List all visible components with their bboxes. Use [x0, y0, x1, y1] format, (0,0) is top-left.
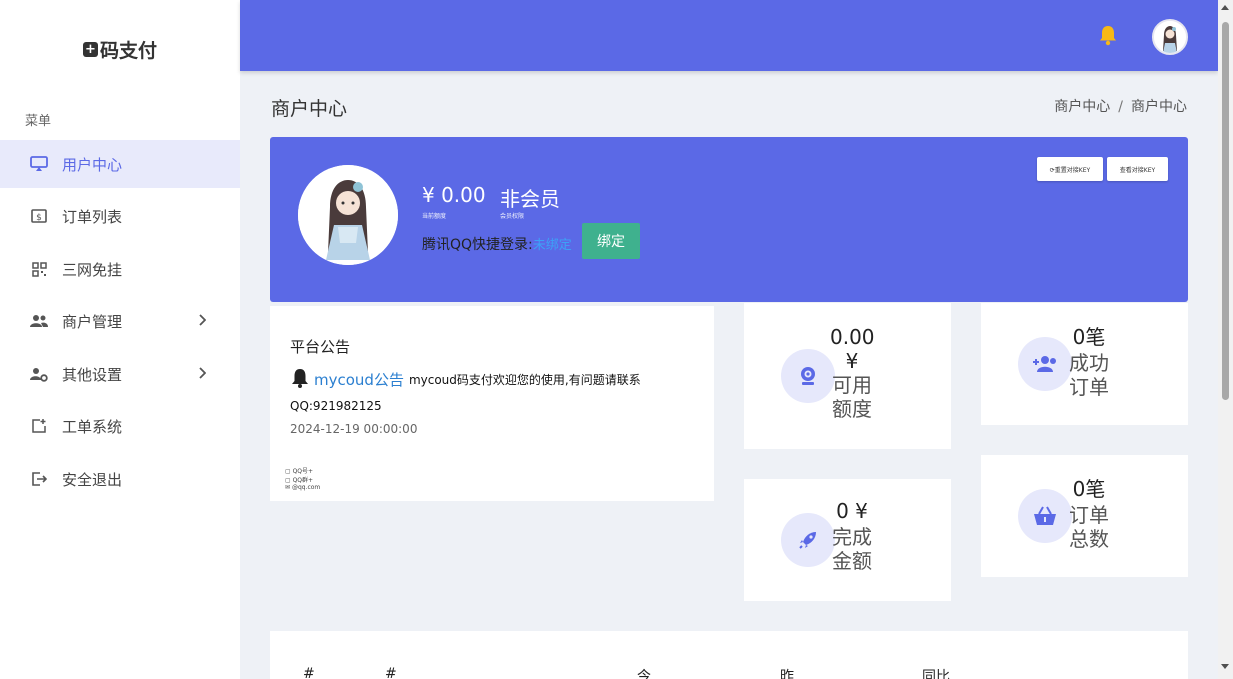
webcam-icon: [781, 349, 835, 403]
stat-available: 0.00 ¥ 可用额度: [744, 303, 951, 449]
sidebar-item-three-network[interactable]: 三网免挂: [0, 245, 240, 293]
users-plus-icon: [1018, 337, 1072, 391]
sidebar-item-label: 商户管理: [62, 312, 123, 331]
stat-completed-text: 0 ¥ 完成金额: [830, 499, 874, 573]
top-bar: [240, 0, 1218, 71]
contact-email-label: @qq.com: [291, 484, 321, 491]
notice-message: mycoud码支付欢迎您的使用,有问题请联系: [408, 373, 641, 387]
balance-value: ¥ 0.00: [422, 183, 486, 207]
view-key-button[interactable]: 查看对接KEY: [1107, 157, 1168, 181]
table-header: 同比: [922, 669, 950, 679]
logo-text: 码支付: [99, 40, 157, 62]
chevron-right-icon: [194, 312, 210, 328]
stat-success-orders: 0笔 成功订单: [981, 303, 1188, 425]
notice-qq: QQ:921982125: [290, 399, 382, 413]
sidebar-item-orders[interactable]: $ 订单列表: [0, 192, 240, 240]
page-title: 商户中心: [271, 98, 348, 120]
ticket-add-icon: [29, 416, 49, 436]
sidebar-item-label: 订单列表: [62, 207, 123, 226]
stat-total-label: 订单总数: [1069, 503, 1109, 551]
notice-title: 平台公告: [290, 338, 351, 356]
bell-icon[interactable]: [1097, 24, 1119, 46]
basket-icon: [1018, 489, 1072, 543]
bell-icon: [290, 368, 310, 391]
sidebar-item-merchant[interactable]: 商户管理: [0, 297, 240, 345]
sidebar-item-settings[interactable]: 其他设置: [0, 350, 240, 398]
sidebar-item-logout[interactable]: 安全退出: [0, 455, 240, 503]
bind-button[interactable]: 绑定: [582, 223, 640, 259]
balance-label: 当前额度: [422, 213, 447, 220]
rocket-icon: [781, 513, 835, 567]
logout-icon: [29, 469, 49, 489]
sidebar-item-tickets[interactable]: 工单系统: [0, 402, 240, 450]
scroll-up-arrow-icon[interactable]: [1221, 5, 1229, 10]
notice-card: 平台公告 mycoud公告 mycoud码支付欢迎您的使用,有问题请联系 QQ:…: [270, 306, 714, 466]
contact-email: ✉ @qq.com: [285, 484, 320, 491]
stat-completed-amount: 0 ¥ 完成金额: [744, 479, 951, 601]
chevron-right-icon: [194, 365, 210, 381]
square-icon: ▢: [285, 468, 293, 475]
stats-table-card: # # 今 昨 同比: [270, 631, 1188, 679]
table-header: 昨: [780, 669, 794, 679]
stat-total-value: 0笔: [1072, 477, 1106, 501]
qq-status[interactable]: 未绑定: [533, 238, 572, 253]
breadcrumb: 商户中心 / 商户中心: [1054, 96, 1187, 116]
menu-title: 菜单: [25, 114, 52, 129]
member-status: 非会员: [500, 187, 560, 211]
stat-success-label: 成功订单: [1069, 351, 1109, 399]
profile-card: ¥ 0.00 当前额度 非会员 会员权限 腾讯QQ快捷登录:未绑定 绑定 ⟳重置…: [270, 137, 1188, 302]
contact-qq-label: QQ号+: [292, 468, 314, 475]
sidebar: + 码支付 菜单 用户中心 $ 订单列表 三网免挂 商户管理 其他设置 工单系统…: [0, 0, 240, 679]
sidebar-item-label: 三网免挂: [62, 260, 123, 279]
sidebar-item-label: 用户中心: [62, 155, 123, 174]
stat-available-value: 0.00: [830, 325, 875, 349]
member-label: 会员权限: [500, 213, 525, 220]
qq-login-label: 腾讯QQ快捷登录:: [422, 237, 533, 253]
contact-card: ▢ QQ号+ ▢ QQ群+ ✉ @qq.com: [270, 466, 714, 501]
notice-date: 2024-12-19 00:00:00: [290, 422, 418, 436]
notice-line: mycoud公告 mycoud码支付欢迎您的使用,有问题请联系: [290, 368, 641, 391]
sidebar-item-label: 安全退出: [62, 470, 123, 489]
stat-success-value: 0笔: [1072, 325, 1106, 349]
monitor-icon: [29, 154, 49, 174]
mail-icon: ✉: [285, 484, 292, 491]
user-gear-icon: [29, 364, 49, 384]
breadcrumb-separator: /: [1118, 99, 1123, 115]
scroll-thumb[interactable]: [1222, 22, 1229, 400]
avatar[interactable]: [1152, 19, 1188, 55]
qq-login-row: 腾讯QQ快捷登录:未绑定: [422, 234, 572, 254]
logo[interactable]: + 码支付: [0, 36, 240, 63]
square-icon: ▢: [285, 477, 293, 484]
dollar-card-icon: $: [29, 206, 49, 226]
svg-text:$: $: [36, 213, 42, 223]
stat-available-unit: ¥: [845, 349, 859, 373]
stat-available-label: 可用额度: [832, 373, 872, 421]
sidebar-item-user-center[interactable]: 用户中心: [0, 140, 240, 188]
contact-qq: ▢ QQ号+: [285, 466, 313, 475]
stat-total-orders: 0笔 订单总数: [981, 455, 1188, 577]
contact-qq-group-label: QQ群+: [292, 477, 314, 484]
profile-avatar: [298, 165, 398, 265]
breadcrumb-item: 商户中心: [1131, 99, 1187, 115]
stat-completed-value: 0 ¥: [836, 499, 868, 523]
plus-box-icon: +: [82, 42, 98, 57]
table-header: #: [303, 666, 315, 679]
table-header: 今: [637, 669, 651, 679]
scroll-down-arrow-icon[interactable]: [1221, 664, 1229, 669]
sidebar-item-label: 工单系统: [62, 417, 123, 436]
users-icon: [29, 311, 49, 331]
stat-available-text: 0.00 ¥ 可用额度: [830, 325, 875, 421]
table-header: #: [385, 666, 397, 679]
sidebar-item-label: 其他设置: [62, 365, 123, 384]
reset-key-button[interactable]: ⟳重置对接KEY: [1037, 157, 1103, 181]
stat-completed-label: 完成金额: [832, 525, 872, 573]
contact-qq-group: ▢ QQ群+: [285, 475, 313, 484]
breadcrumb-item[interactable]: 商户中心: [1054, 99, 1110, 115]
scrollbar[interactable]: [1218, 0, 1233, 679]
stat-success-text: 0笔 成功订单: [1067, 325, 1111, 399]
qrcode-icon: [29, 259, 49, 279]
stat-total-text: 0笔 订单总数: [1067, 477, 1111, 551]
notice-name[interactable]: mycoud公告: [314, 369, 404, 390]
